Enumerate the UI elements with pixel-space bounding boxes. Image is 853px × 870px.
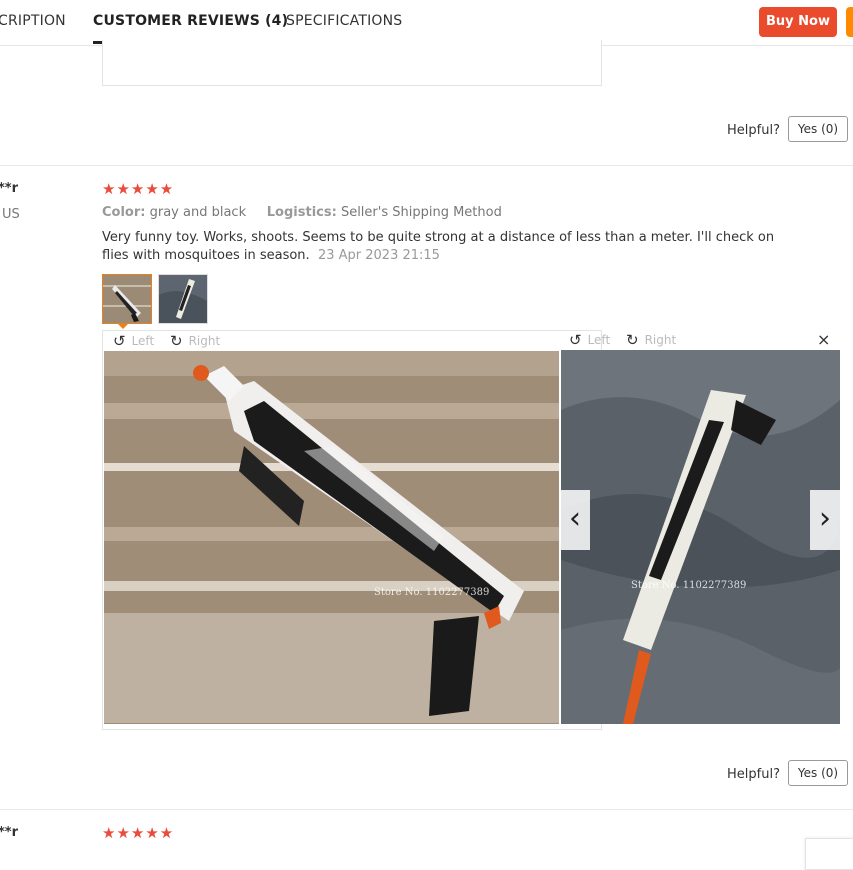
rotate-left-icon[interactable]: ↺: [113, 332, 126, 350]
tab-description[interactable]: CRIPTION: [0, 13, 66, 29]
color-label: Color:: [102, 205, 146, 220]
rotate-right-icon[interactable]: ↻: [170, 332, 183, 350]
review-divider: [0, 809, 853, 810]
rotate-controls-right-panel: ↺ Left ↻ Right: [569, 331, 676, 349]
add-to-cart-button[interactable]: [846, 7, 853, 37]
review-date: 23 Apr 2023 21:15: [317, 248, 440, 263]
photo-watermark: Store No. 1102277389: [631, 580, 747, 591]
helpful-yes-button[interactable]: Yes (0): [788, 760, 848, 786]
rotate-left-label[interactable]: Left: [132, 334, 155, 348]
review-photo-secondary[interactable]: Store No. 1102277389: [561, 350, 840, 724]
chevron-left-icon[interactable]: ‹: [560, 490, 590, 550]
color-value: gray and black: [149, 205, 247, 220]
logistics-label: Logistics:: [266, 205, 337, 220]
thumbnail-gun-photo: [159, 275, 207, 323]
rotate-right-label[interactable]: Right: [189, 334, 221, 348]
tab-specifications[interactable]: SPECIFICATIONS: [286, 13, 402, 29]
buy-now-button[interactable]: Buy Now: [759, 7, 837, 37]
previous-review-image-viewer: [102, 40, 602, 86]
rotate-left-icon[interactable]: ↺: [569, 331, 582, 349]
chevron-right-icon[interactable]: ›: [810, 490, 840, 550]
review-photo-thumbnail-1[interactable]: [102, 274, 152, 324]
thumbnail-gun-photo: [103, 275, 151, 323]
logistics-value: Seller's Shipping Method: [340, 205, 502, 220]
review-photo-thumbnail-2[interactable]: [158, 274, 208, 324]
review-attributes: Color: gray and black Logistics: Seller'…: [102, 205, 502, 220]
review-text: Very funny toy. Works, shoots. Seems to …: [102, 229, 802, 265]
gun-on-blanket-photo: [561, 350, 840, 724]
reviewer-name: **r: [0, 181, 19, 196]
reviewer-name: **r: [0, 825, 19, 840]
rotate-right-icon[interactable]: ↻: [626, 331, 639, 349]
selected-thumbnail-caret: [117, 323, 129, 329]
rotate-left-label[interactable]: Left: [588, 333, 611, 347]
tab-customer-reviews[interactable]: CUSTOMER REVIEWS (4): [93, 13, 288, 29]
photo-watermark: Store No. 1102277389: [374, 587, 490, 598]
rotate-controls-left-panel: ↺ Left ↻ Right: [113, 332, 220, 350]
gun-on-carpet-photo: [104, 351, 559, 724]
star-rating: ★★★★★: [102, 180, 175, 198]
review-photo-main[interactable]: Store No. 1102277389: [104, 351, 559, 724]
helpful-label: Helpful?: [727, 767, 780, 782]
helpful-yes-button[interactable]: Yes (0): [788, 116, 848, 142]
rotate-right-label[interactable]: Right: [645, 333, 677, 347]
star-rating: ★★★★★: [102, 824, 175, 842]
reviewer-country: US: [2, 207, 20, 222]
close-icon[interactable]: ×: [817, 330, 830, 349]
helpful-label: Helpful?: [727, 123, 780, 138]
floating-widget[interactable]: [805, 838, 853, 870]
review-divider: [0, 165, 853, 166]
